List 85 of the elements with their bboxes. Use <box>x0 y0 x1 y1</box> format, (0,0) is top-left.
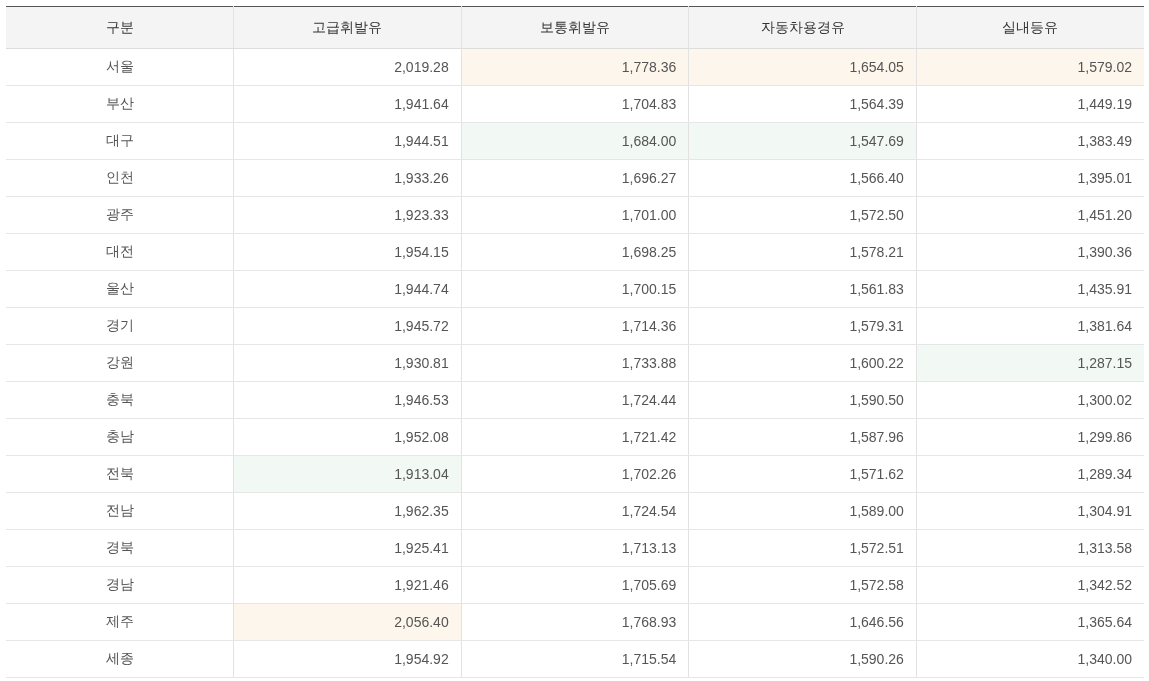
price-cell: 1,587.96 <box>688 418 917 456</box>
price-cell: 1,733.88 <box>461 344 689 382</box>
price-cell: 1,962.35 <box>233 492 462 530</box>
region-cell: 강원 <box>6 344 234 382</box>
price-cell: 1,340.00 <box>916 640 1144 678</box>
price-cell: 1,572.51 <box>688 529 917 567</box>
price-cell: 1,646.56 <box>688 603 917 641</box>
price-cell: 1,715.54 <box>461 640 689 678</box>
price-cell: 1,944.74 <box>233 270 462 308</box>
price-cell: 1,923.33 <box>233 196 462 234</box>
region-cell: 대전 <box>6 233 234 271</box>
price-cell: 1,289.34 <box>916 455 1144 493</box>
region-cell: 경북 <box>6 529 234 567</box>
region-cell: 충남 <box>6 418 234 456</box>
price-cell: 1,572.50 <box>688 196 917 234</box>
column-header: 고급휘발유 <box>233 6 462 49</box>
region-cell: 세종 <box>6 640 234 678</box>
price-cell: 1,435.91 <box>916 270 1144 308</box>
price-cell: 1,572.58 <box>688 566 917 604</box>
price-cell: 1,654.05 <box>688 48 917 86</box>
price-cell: 1,925.41 <box>233 529 462 567</box>
price-cell: 1,684.00 <box>461 122 689 160</box>
price-cell: 1,714.36 <box>461 307 689 345</box>
price-cell: 1,713.13 <box>461 529 689 567</box>
price-cell: 1,579.31 <box>688 307 917 345</box>
price-cell: 1,696.27 <box>461 159 689 197</box>
column-header: 실내등유 <box>916 6 1144 49</box>
price-cell: 1,590.50 <box>688 381 917 419</box>
price-cell: 1,571.62 <box>688 455 917 493</box>
column-header: 구분 <box>6 6 234 49</box>
price-cell: 1,778.36 <box>461 48 689 86</box>
price-cell: 1,383.49 <box>916 122 1144 160</box>
region-cell: 경기 <box>6 307 234 345</box>
price-cell: 1,952.08 <box>233 418 462 456</box>
region-cell: 광주 <box>6 196 234 234</box>
region-cell: 부산 <box>6 85 234 123</box>
column-header: 자동차용경유 <box>688 6 917 49</box>
price-cell: 1,287.15 <box>916 344 1144 382</box>
price-cell: 1,313.58 <box>916 529 1144 567</box>
price-cell: 1,700.15 <box>461 270 689 308</box>
price-cell: 1,304.91 <box>916 492 1144 530</box>
region-cell: 서울 <box>6 48 234 86</box>
price-cell: 1,945.72 <box>233 307 462 345</box>
price-cell: 1,561.83 <box>688 270 917 308</box>
price-cell: 1,451.20 <box>916 196 1144 234</box>
price-cell: 1,342.52 <box>916 566 1144 604</box>
price-cell: 1,395.01 <box>916 159 1144 197</box>
price-cell: 1,299.86 <box>916 418 1144 456</box>
region-cell: 울산 <box>6 270 234 308</box>
price-cell: 1,724.44 <box>461 381 689 419</box>
price-cell: 1,590.26 <box>688 640 917 678</box>
region-cell: 대구 <box>6 122 234 160</box>
price-cell: 1,921.46 <box>233 566 462 604</box>
column-header: 보통휘발유 <box>461 6 689 49</box>
price-cell: 1,721.42 <box>461 418 689 456</box>
price-cell: 1,390.36 <box>916 233 1144 271</box>
price-cell: 1,704.83 <box>461 85 689 123</box>
price-cell: 1,768.93 <box>461 603 689 641</box>
price-cell: 1,564.39 <box>688 85 917 123</box>
price-cell: 1,724.54 <box>461 492 689 530</box>
price-cell: 1,566.40 <box>688 159 917 197</box>
price-cell: 1,701.00 <box>461 196 689 234</box>
price-cell: 1,913.04 <box>233 455 462 493</box>
price-cell: 1,381.64 <box>916 307 1144 345</box>
price-cell: 1,954.92 <box>233 640 462 678</box>
price-cell: 1,702.26 <box>461 455 689 493</box>
price-cell: 1,300.02 <box>916 381 1144 419</box>
price-cell: 1,930.81 <box>233 344 462 382</box>
price-cell: 1,941.64 <box>233 85 462 123</box>
price-cell: 2,056.40 <box>233 603 462 641</box>
price-cell: 1,705.69 <box>461 566 689 604</box>
price-cell: 1,578.21 <box>688 233 917 271</box>
price-cell: 1,589.00 <box>688 492 917 530</box>
region-cell: 경남 <box>6 566 234 604</box>
price-cell: 1,698.25 <box>461 233 689 271</box>
region-cell: 인천 <box>6 159 234 197</box>
price-cell: 1,579.02 <box>916 48 1144 86</box>
region-cell: 충북 <box>6 381 234 419</box>
price-cell: 1,933.26 <box>233 159 462 197</box>
price-cell: 1,946.53 <box>233 381 462 419</box>
price-cell: 1,449.19 <box>916 85 1144 123</box>
price-cell: 1,365.64 <box>916 603 1144 641</box>
region-cell: 전남 <box>6 492 234 530</box>
price-cell: 1,547.69 <box>688 122 917 160</box>
price-cell: 1,954.15 <box>233 233 462 271</box>
